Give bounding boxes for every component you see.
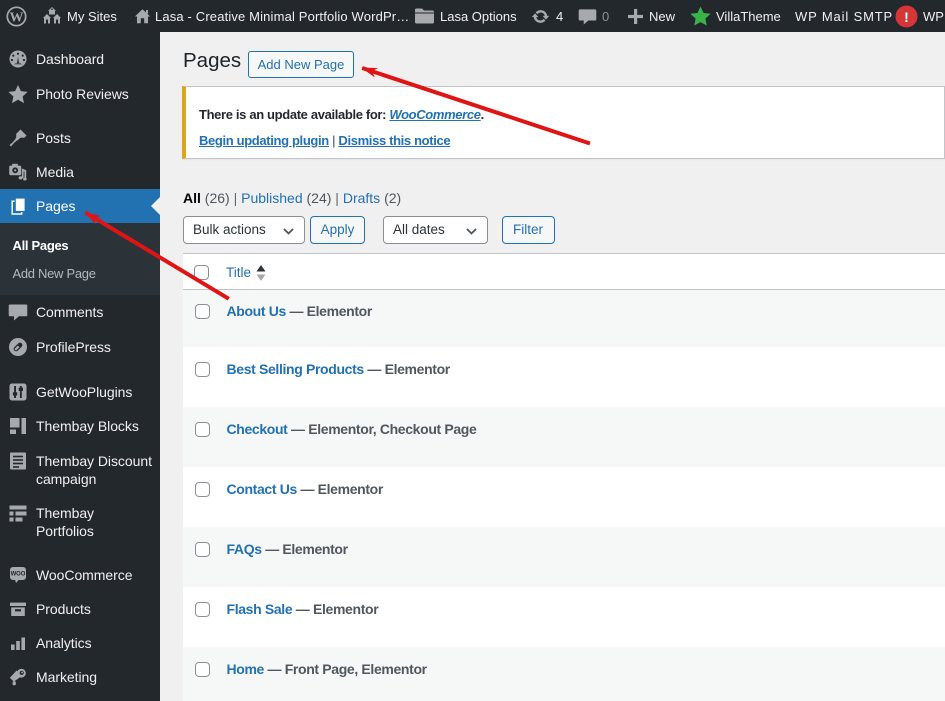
- svg-text:WOO: WOO: [11, 572, 26, 578]
- svg-text:W: W: [10, 10, 24, 25]
- svg-text:!: !: [904, 8, 909, 24]
